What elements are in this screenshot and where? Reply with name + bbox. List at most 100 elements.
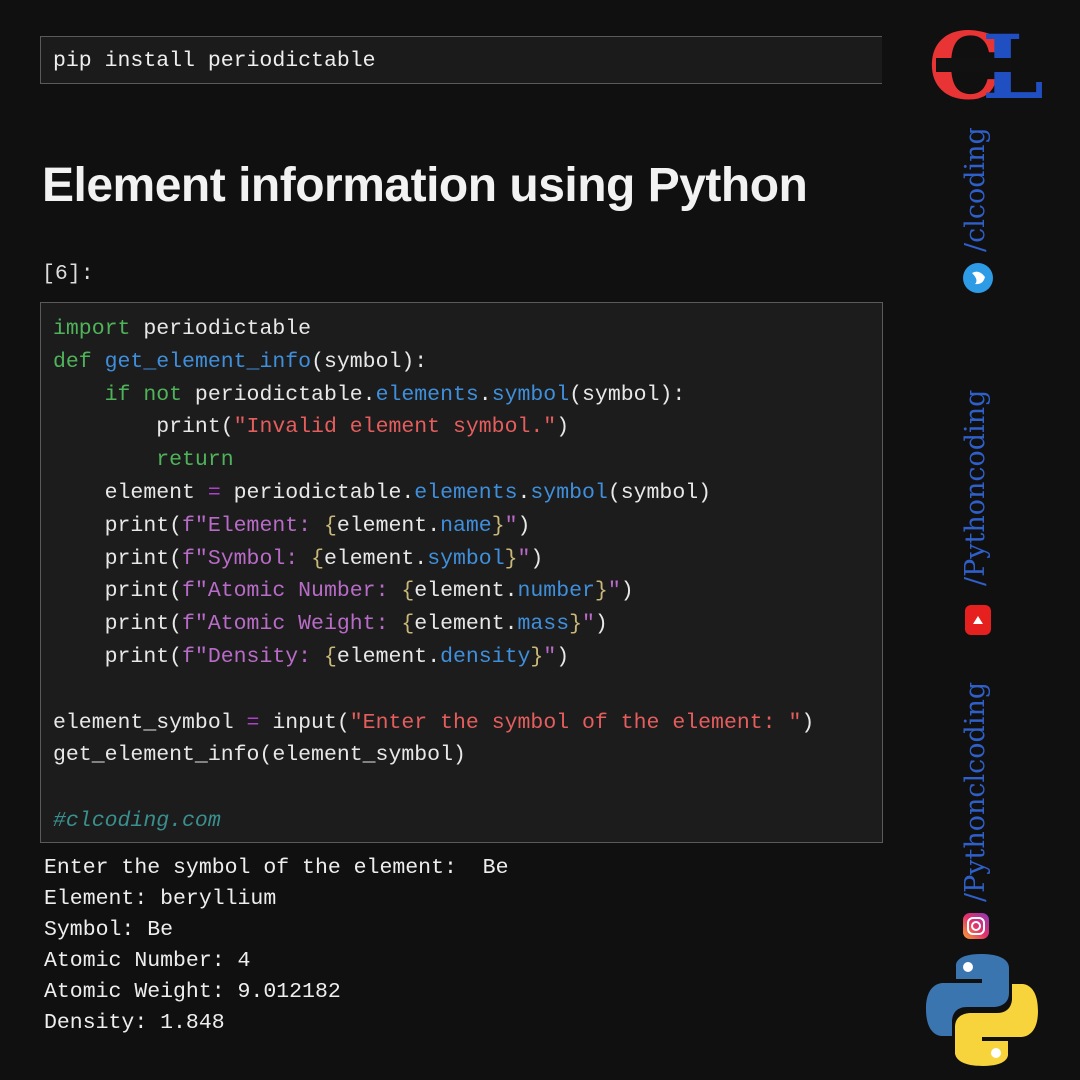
code-token: ) bbox=[620, 579, 634, 604]
code-token: print( bbox=[53, 546, 183, 571]
code-token: name bbox=[440, 513, 492, 538]
code-token: elements bbox=[375, 382, 479, 407]
output-line: Symbol: Be bbox=[44, 918, 174, 942]
instagram-icon bbox=[963, 913, 989, 939]
code-token: } bbox=[504, 546, 518, 571]
output-line: Atomic Number: 4 bbox=[44, 949, 251, 973]
code-line: #clcoding.com bbox=[53, 805, 882, 838]
code-line: print(f"Atomic Number: {element.number}"… bbox=[53, 575, 882, 608]
instagram-handle[interactable]: /Pythonclcoding bbox=[960, 682, 991, 902]
code-token: input( bbox=[259, 710, 350, 735]
code-token: print( bbox=[53, 415, 234, 440]
code-line: element_symbol = input("Enter the symbol… bbox=[53, 707, 882, 740]
code-token: " bbox=[504, 513, 518, 538]
code-token: periodictable bbox=[130, 317, 312, 341]
code-token: ) bbox=[517, 513, 531, 538]
code-line: get_element_info(element_symbol) bbox=[53, 739, 882, 772]
code-token: symbol bbox=[491, 382, 570, 407]
code-token: symbol bbox=[427, 546, 505, 571]
code-line: import periodictable bbox=[53, 313, 882, 346]
code-token: " bbox=[517, 546, 531, 571]
code-token: ) bbox=[530, 546, 544, 571]
code-line: if not periodictable.elements.symbol(sym… bbox=[53, 379, 882, 412]
code-token: " bbox=[543, 644, 557, 669]
code-token: } bbox=[491, 513, 505, 538]
code-token: f"Atomic Weight: bbox=[182, 612, 402, 637]
code-token: element_symbol bbox=[53, 710, 247, 735]
code-token: get_element_info bbox=[104, 349, 312, 374]
code-token: ) bbox=[594, 612, 608, 637]
code-token: . bbox=[517, 480, 531, 505]
youtube-handle[interactable]: /Pythoncoding bbox=[960, 390, 991, 586]
code-token: symbol bbox=[530, 480, 608, 505]
code-token: f"Element: bbox=[182, 513, 324, 538]
code-token: (symbol): bbox=[311, 349, 428, 374]
code-token: element bbox=[53, 480, 208, 505]
code-token: if not bbox=[104, 382, 183, 407]
page-title: Element information using Python bbox=[42, 159, 808, 212]
code-token: print( bbox=[53, 612, 183, 637]
output-line: Element: beryllium bbox=[44, 887, 277, 911]
code-token: #clcoding.com bbox=[53, 808, 221, 833]
code-token: } bbox=[530, 644, 544, 669]
output-line: Density: 1.848 bbox=[44, 1011, 225, 1035]
code-token: f"Atomic Number: bbox=[182, 579, 402, 604]
code-token: return bbox=[156, 448, 234, 473]
code-token: ) bbox=[556, 644, 570, 669]
code-token: } bbox=[569, 612, 583, 637]
code-line: print(f"Element: {element.name}") bbox=[53, 510, 882, 543]
twitter-icon bbox=[963, 263, 993, 293]
clcoding-logo: C L bbox=[928, 12, 1046, 120]
code-token: get_element_info(element_symbol) bbox=[53, 743, 466, 768]
code-token: element. bbox=[336, 644, 441, 669]
code-token: = bbox=[207, 480, 221, 505]
code-token: " bbox=[582, 612, 595, 637]
code-cell[interactable]: import periodictable def get_element_info… bbox=[40, 302, 883, 843]
cell-prompt: [6]: bbox=[42, 262, 94, 286]
code-line: element = periodictable.elements.symbol(… bbox=[53, 477, 882, 510]
code-token: { bbox=[401, 612, 415, 637]
code-token: (symbol) bbox=[607, 480, 712, 505]
code-token: f"Symbol: bbox=[182, 546, 312, 571]
youtube-icon bbox=[965, 605, 991, 635]
cell-output: Enter the symbol of the element: Be Eleme… bbox=[44, 853, 508, 1039]
code-token: "Enter the symbol of the element: " bbox=[349, 710, 802, 735]
code-token: periodictable. bbox=[182, 382, 376, 407]
code-token: . bbox=[478, 382, 492, 407]
code-token: mass bbox=[517, 612, 570, 637]
code-token: ) bbox=[556, 415, 570, 440]
code-token: ) bbox=[801, 710, 815, 735]
code-line: print("Invalid element symbol.") bbox=[53, 411, 882, 444]
code-token: { bbox=[323, 644, 337, 669]
code-token: def bbox=[53, 349, 92, 374]
code-token: print( bbox=[53, 644, 183, 669]
code-token: element. bbox=[336, 513, 441, 538]
twitter-handle[interactable]: /clcoding bbox=[960, 127, 991, 252]
code-token: f"Density: bbox=[182, 644, 324, 669]
code-line: def get_element_info(symbol): bbox=[53, 346, 882, 379]
code-line: return bbox=[53, 444, 882, 477]
code-token: number bbox=[517, 579, 595, 604]
output-line: Enter the symbol of the element: Be bbox=[44, 856, 509, 880]
code-line: print(f"Atomic Weight: {element.mass}") bbox=[53, 608, 882, 641]
code-token: = bbox=[246, 710, 260, 735]
code-token: print( bbox=[53, 579, 183, 604]
pip-install-command: pip install periodictable bbox=[40, 36, 882, 84]
code-token: (symbol): bbox=[569, 382, 686, 407]
code-token: "Invalid element symbol." bbox=[233, 415, 557, 440]
code-token: { bbox=[323, 513, 337, 538]
code-token: import bbox=[53, 317, 131, 341]
output-line: Atomic Weight: 9.012182 bbox=[44, 980, 341, 1004]
code-token: periodictable. bbox=[220, 480, 415, 505]
code-line: print(f"Density: {element.density}") bbox=[53, 641, 882, 674]
python-logo-icon bbox=[924, 952, 1040, 1068]
code-line: print(f"Symbol: {element.symbol}") bbox=[53, 543, 882, 576]
code-token: element. bbox=[414, 612, 518, 637]
code-token: " bbox=[607, 579, 621, 604]
code-token: element. bbox=[323, 546, 428, 571]
